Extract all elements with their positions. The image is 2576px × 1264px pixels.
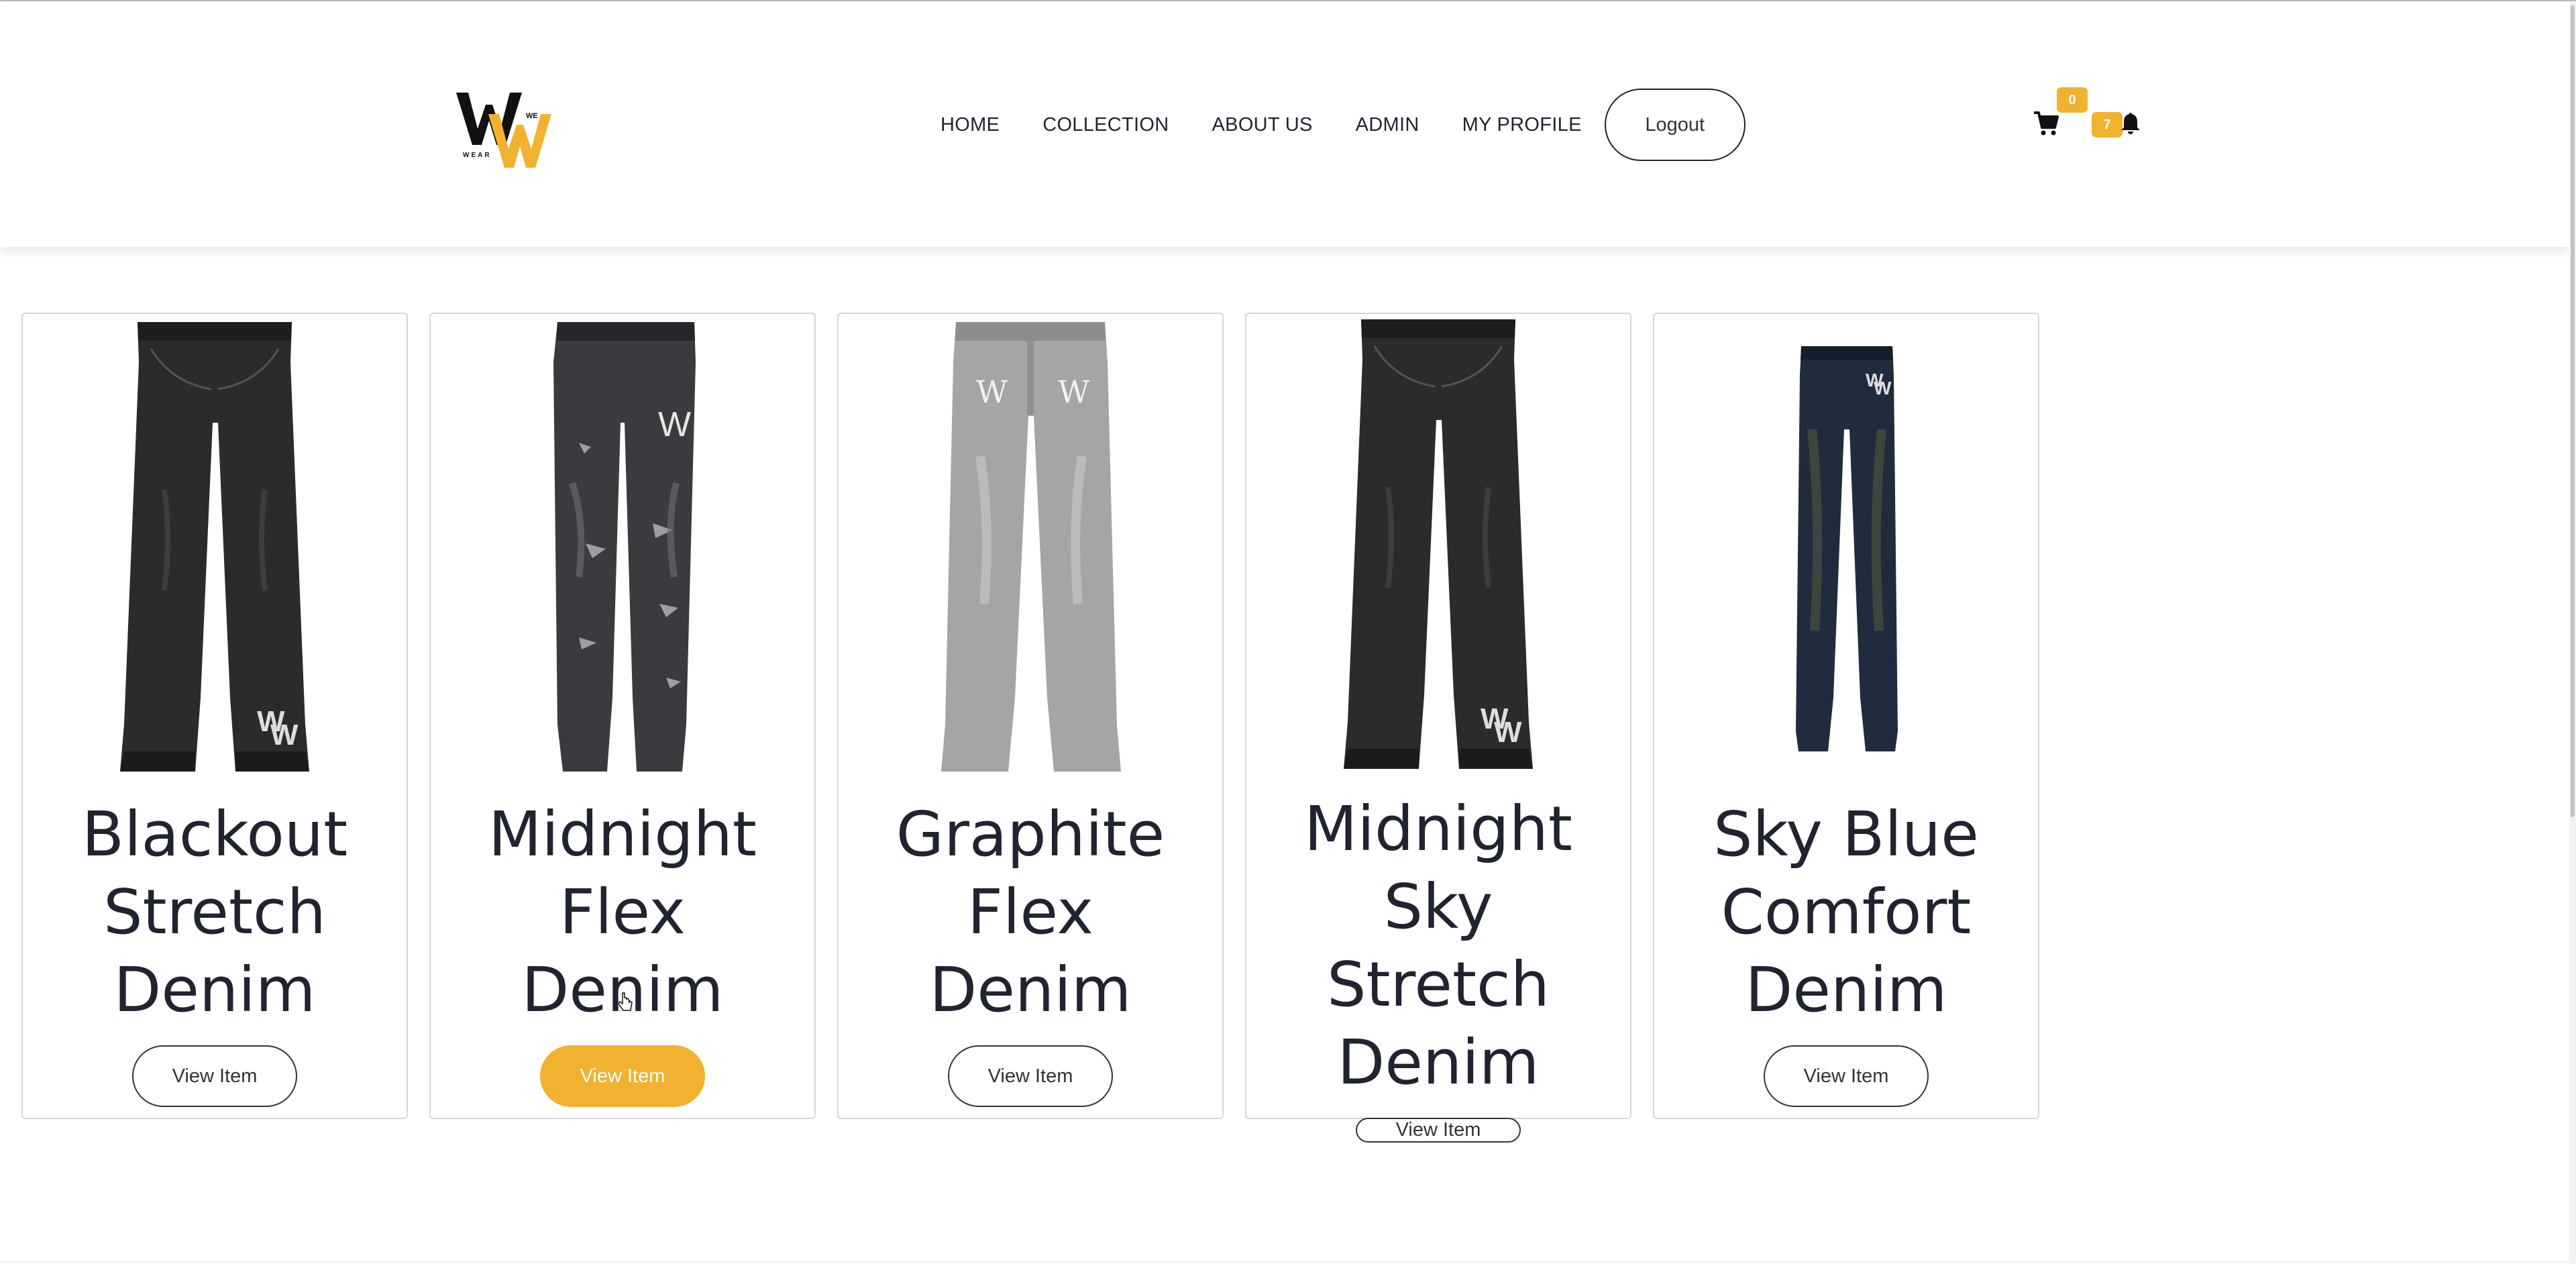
product-image[interactable]: W W (23, 319, 407, 781)
cart-icon[interactable] (2033, 110, 2059, 137)
nav-about-us[interactable]: ABOUT US (1191, 114, 1334, 136)
view-item-button[interactable]: View Item (1356, 1118, 1521, 1143)
product-grid: W W Blackout Stretch Denim View Item W M… (21, 313, 2039, 1143)
jeans-image: W (553, 322, 696, 772)
logo-we-text: WE (526, 112, 538, 120)
product-image[interactable]: W W (1654, 319, 2038, 781)
view-item-button[interactable]: View Item (132, 1045, 297, 1107)
product-card: W W Midnight Sky Stretch Denim View Item (1245, 313, 1631, 1143)
notification-count-badge: 7 (2092, 112, 2123, 138)
product-image[interactable]: W W (839, 319, 1222, 781)
product-image[interactable]: W W (1246, 319, 1630, 776)
svg-text:W: W (976, 374, 1008, 410)
nav-my-profile[interactable]: MY PROFILE (1441, 114, 1603, 136)
vertical-scrollbar[interactable] (2569, 1, 2576, 1264)
product-card: W Midnight Flex Denim View Item (429, 313, 816, 1119)
bell-icon[interactable] (2120, 111, 2141, 136)
view-item-button[interactable]: View Item (1764, 1045, 1929, 1107)
product-title[interactable]: Sky Blue Comfort Denim (1678, 796, 2014, 1029)
svg-text:W: W (270, 719, 299, 751)
svg-text:W: W (1494, 716, 1522, 749)
site-header: WE WEAR HOME COLLECTION ABOUT US ADMIN M… (0, 1, 2569, 247)
view-item-button[interactable]: View Item (948, 1045, 1113, 1107)
mouse-cursor (619, 992, 633, 1011)
jeans-image: W W (1796, 346, 1898, 751)
jeans-image: W W (1344, 319, 1533, 769)
svg-text:W: W (658, 405, 691, 444)
nav-collection[interactable]: COLLECTION (1021, 114, 1190, 136)
brand-logo[interactable]: WE WEAR (456, 87, 557, 168)
product-card: W W Blackout Stretch Denim View Item (21, 313, 408, 1119)
nav-admin[interactable]: ADMIN (1334, 114, 1441, 136)
product-image[interactable]: W (431, 319, 814, 781)
product-card: W W Graphite Flex Denim View Item (837, 313, 1224, 1119)
jeans-image: W W (120, 322, 309, 772)
product-title[interactable]: Midnight Sky Stretch Denim (1271, 790, 1606, 1102)
page: WE WEAR HOME COLLECTION ABOUT US ADMIN M… (0, 0, 2576, 1264)
product-card: W W Sky Blue Comfort Denim View Item (1653, 313, 2039, 1119)
scrollbar-thumb[interactable] (2571, 5, 2575, 817)
cart-count-badge: 0 (2057, 87, 2088, 113)
nav-home[interactable]: HOME (926, 114, 1021, 136)
logout-button[interactable]: Logout (1604, 89, 1746, 161)
jeans-image: W W (941, 322, 1121, 772)
svg-text:W: W (1874, 378, 1892, 399)
product-title[interactable]: Graphite Flex Denim (863, 796, 1198, 1029)
view-item-button[interactable]: View Item (540, 1045, 705, 1107)
footer-divider (0, 1261, 2569, 1263)
product-title[interactable]: Blackout Stretch Denim (47, 796, 382, 1029)
svg-text:W: W (1058, 374, 1090, 410)
main-nav: HOME COLLECTION ABOUT US ADMIN MY PROFIL… (926, 87, 1746, 162)
logo-wear-text: WEAR (463, 152, 492, 159)
